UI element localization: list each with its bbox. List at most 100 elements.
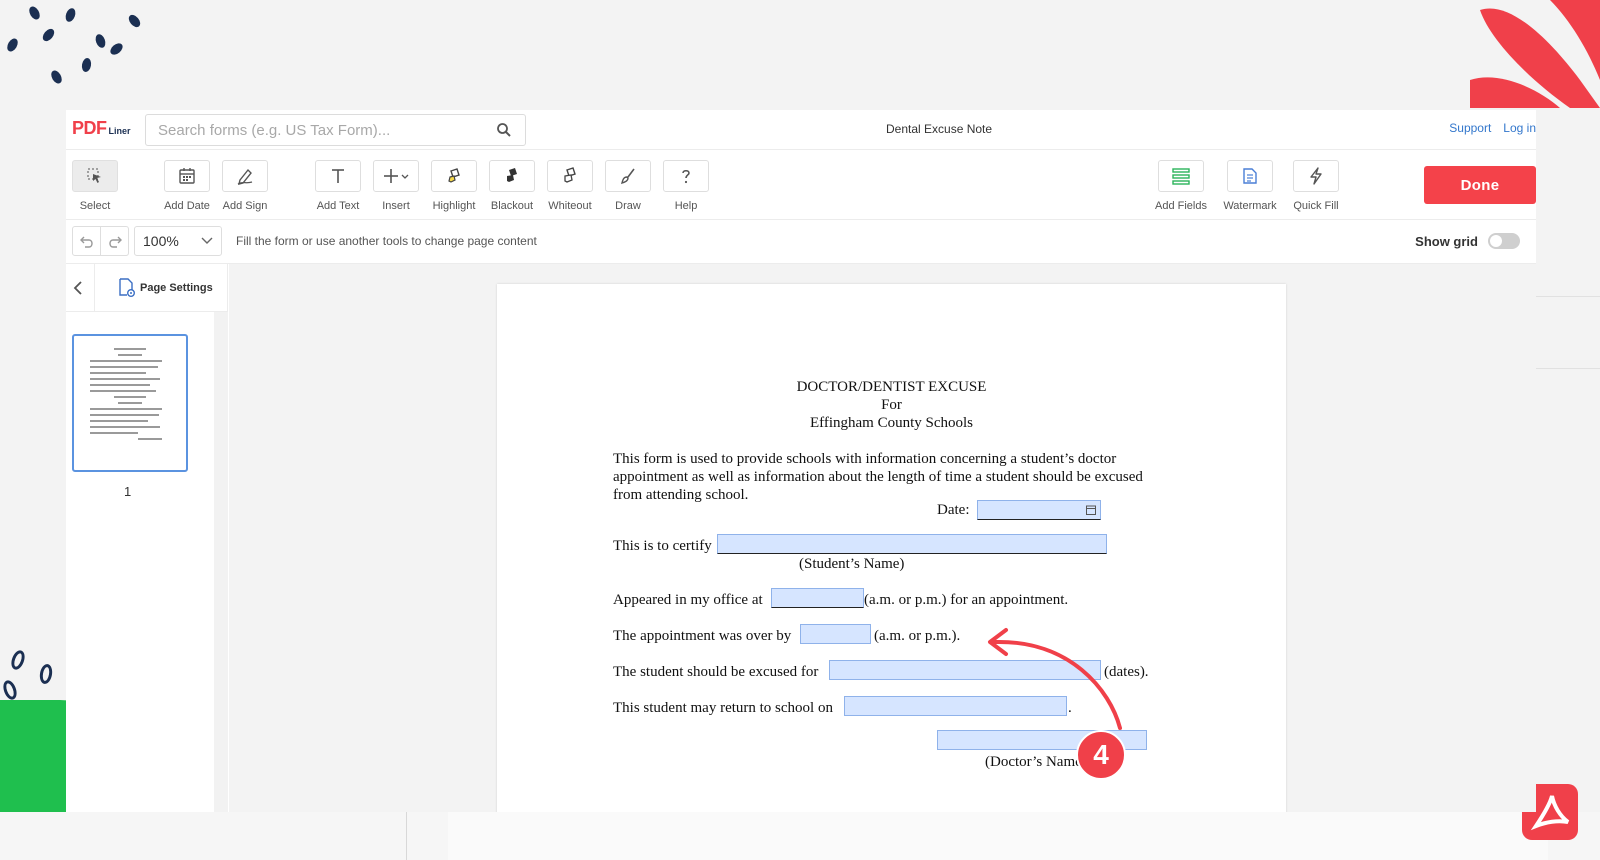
chevron-left-icon: [73, 281, 82, 295]
tool-highlight[interactable]: Highlight: [425, 160, 483, 212]
brush-icon: [605, 160, 651, 192]
show-grid-control: Show grid: [1415, 233, 1520, 249]
show-grid-toggle[interactable]: [1488, 233, 1520, 249]
tool-add-text[interactable]: Add Text: [309, 160, 367, 212]
tool-label: Highlight: [432, 200, 476, 212]
office-time-field[interactable]: [771, 588, 864, 608]
tool-help[interactable]: Help: [657, 160, 715, 212]
sidebar-header: Page Settings: [66, 264, 227, 312]
tool-label: Add Text: [316, 200, 360, 212]
page-settings-button[interactable]: Page Settings: [118, 278, 213, 298]
bottom-panel: [448, 812, 1548, 860]
collapse-sidebar-button[interactable]: [66, 276, 90, 300]
tutorial-step-badge: 4: [1076, 730, 1126, 780]
bottom-divider: [406, 812, 407, 860]
toolbar: Select Add Date Add Sign Add Text Insert: [66, 150, 1536, 220]
chevron-down-icon: [201, 237, 213, 244]
page-settings-label: Page Settings: [140, 282, 213, 294]
calendar-icon: [164, 160, 210, 192]
tool-label: Add Sign: [222, 200, 268, 212]
tool-label: Add Date: [164, 200, 210, 212]
date-field[interactable]: [977, 500, 1101, 520]
logo-sub: Liner: [108, 126, 131, 136]
tool-label: Blackout: [490, 200, 534, 212]
search-icon[interactable]: [495, 121, 513, 139]
tool-add-date[interactable]: Add Date: [158, 160, 216, 212]
document-heading: DOCTOR/DENTIST EXCUSE For Effingham Coun…: [497, 378, 1286, 432]
page-settings-icon: [119, 278, 135, 297]
over-label: The appointment was over by: [613, 628, 792, 644]
zoom-value: 100%: [143, 233, 179, 249]
document-title: Dental Excuse Note: [886, 122, 993, 136]
document-workspace: DOCTOR/DENTIST EXCUSE For Effingham Coun…: [229, 264, 1536, 812]
header-links: Support Log in: [1449, 121, 1536, 135]
sidebar-divider: [94, 264, 95, 312]
office-label: Appeared in my office at: [613, 592, 763, 608]
show-grid-label: Show grid: [1415, 233, 1478, 249]
return-date-field[interactable]: [844, 696, 1067, 716]
date-label: Date:: [937, 502, 970, 518]
excused-label: The student should be excused for: [613, 664, 819, 680]
return-label: This student may return to school on: [613, 700, 833, 716]
tool-label: Help: [674, 200, 698, 212]
tool-label: Quick Fill: [1293, 200, 1339, 212]
right-divider: [1536, 368, 1600, 369]
tool-draw[interactable]: Draw: [599, 160, 657, 212]
zoom-select[interactable]: 100%: [134, 226, 222, 256]
over-suffix: (a.m. or p.m.).: [874, 628, 961, 644]
search-box: [145, 114, 526, 146]
student-name-field[interactable]: [717, 534, 1107, 554]
right-divider: [1536, 296, 1600, 297]
editor-app: PDF Liner Dental Excuse Note Support Log…: [66, 110, 1536, 812]
tool-add-sign[interactable]: Add Sign: [216, 160, 274, 212]
hint-text: Fill the form or use another tools to ch…: [236, 234, 537, 248]
tool-label: Add Fields: [1155, 200, 1207, 212]
done-button[interactable]: Done: [1424, 166, 1536, 204]
redo-icon: [108, 236, 122, 248]
page-thumbnail[interactable]: [72, 334, 188, 472]
heading-for: For: [881, 397, 902, 413]
tool-label: Whiteout: [548, 200, 592, 212]
undo-button[interactable]: [72, 226, 101, 256]
tool-add-fields[interactable]: Add Fields: [1152, 160, 1210, 212]
tool-insert[interactable]: Insert: [367, 160, 425, 212]
heading-title: DOCTOR/DENTIST EXCUSE: [796, 379, 987, 395]
secondary-toolbar: 100% Fill the form or use another tools …: [66, 220, 1536, 264]
document-page: DOCTOR/DENTIST EXCUSE For Effingham Coun…: [497, 284, 1286, 812]
fields-icon: [1158, 160, 1204, 192]
pen-sign-icon: [222, 160, 268, 192]
blackout-icon: [489, 160, 535, 192]
tool-blackout[interactable]: Blackout: [483, 160, 541, 212]
header: PDF Liner Dental Excuse Note Support Log…: [66, 110, 1536, 150]
over-time-field[interactable]: [800, 624, 871, 644]
logo[interactable]: PDF Liner: [72, 118, 131, 139]
tool-watermark[interactable]: Watermark: [1221, 160, 1279, 212]
watermark-icon: [1227, 160, 1273, 192]
select-icon: [72, 160, 118, 192]
plus-dropdown-icon: [373, 160, 419, 192]
redo-button[interactable]: [100, 226, 129, 256]
tool-label: Select: [79, 200, 111, 212]
whiteout-icon: [547, 160, 593, 192]
excused-suffix: (dates).: [1104, 664, 1149, 680]
heading-school: Effingham County Schools: [809, 415, 974, 431]
undo-icon: [79, 236, 93, 248]
login-link[interactable]: Log in: [1503, 121, 1536, 135]
doctor-name-caption: (Doctor’s Name): [985, 754, 1087, 770]
office-suffix: (a.m. or p.m.) for an appointment.: [864, 592, 1069, 608]
tool-quick-fill[interactable]: Quick Fill: [1287, 160, 1345, 212]
question-icon: [663, 160, 709, 192]
support-link[interactable]: Support: [1449, 121, 1491, 135]
calendar-icon: [1086, 505, 1096, 515]
decor-red-leaves: [1470, 0, 1600, 108]
excused-dates-field[interactable]: [829, 660, 1101, 680]
search-input[interactable]: [158, 121, 495, 139]
tool-label: Insert: [382, 200, 410, 212]
sidebar-scrollbar[interactable]: [214, 312, 228, 812]
highlighter-icon: [431, 160, 477, 192]
student-name-caption: (Student’s Name): [799, 556, 905, 572]
tool-select[interactable]: Select: [66, 160, 124, 212]
certify-label: This is to certify: [613, 538, 712, 554]
tool-whiteout[interactable]: Whiteout: [541, 160, 599, 212]
tool-label: Watermark: [1223, 200, 1277, 212]
